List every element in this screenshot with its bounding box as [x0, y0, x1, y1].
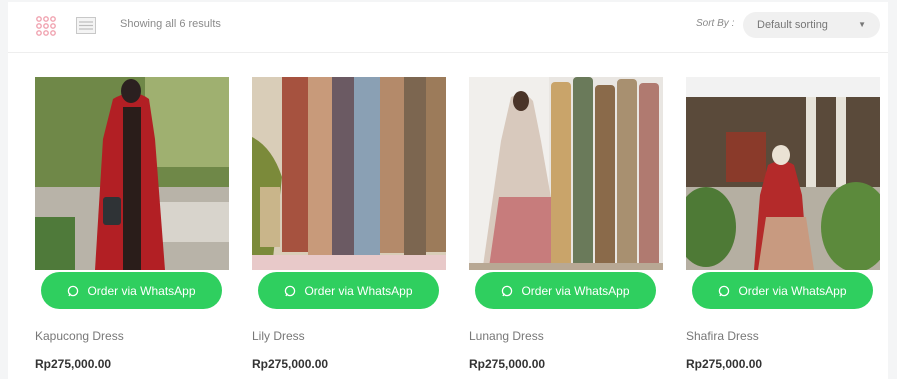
order-whatsapp-button[interactable]: Order via WhatsApp — [475, 272, 656, 309]
order-whatsapp-button[interactable]: Order via WhatsApp — [41, 272, 222, 309]
shop-page: Showing all 6 results Sort By : Default … — [0, 0, 897, 379]
chevron-down-icon: ▼ — [858, 20, 866, 29]
product-name[interactable]: Lunang Dress — [469, 329, 544, 343]
shop-content: Showing all 6 results Sort By : Default … — [8, 2, 888, 379]
whatsapp-icon — [501, 285, 513, 297]
sort-dropdown[interactable]: Default sorting ▼ — [743, 12, 880, 38]
whatsapp-icon — [67, 285, 79, 297]
product-image[interactable] — [686, 77, 880, 270]
order-button-label: Order via WhatsApp — [304, 283, 413, 298]
product-name[interactable]: Shafira Dress — [686, 329, 759, 343]
product-name[interactable]: Lily Dress — [252, 329, 305, 343]
list-view-icon[interactable] — [76, 17, 96, 34]
order-button-label: Order via WhatsApp — [521, 283, 630, 298]
whatsapp-icon — [718, 285, 730, 297]
result-count: Showing all 6 results — [120, 18, 221, 30]
order-whatsapp-button[interactable]: Order via WhatsApp — [258, 272, 439, 309]
product-price: Rp275,000.00 — [252, 357, 329, 371]
grid-view-icon[interactable] — [35, 15, 57, 37]
order-button-label: Order via WhatsApp — [738, 283, 847, 298]
order-whatsapp-button[interactable]: Order via WhatsApp — [692, 272, 873, 309]
product-image[interactable] — [469, 77, 663, 270]
whatsapp-icon — [284, 285, 296, 297]
order-button-label: Order via WhatsApp — [87, 283, 196, 298]
sort-label: Sort By : — [696, 18, 735, 29]
shop-toolbar: Showing all 6 results Sort By : Default … — [8, 2, 888, 53]
product-price: Rp275,000.00 — [686, 357, 763, 371]
product-image[interactable] — [35, 77, 229, 270]
product-price: Rp275,000.00 — [469, 357, 546, 371]
product-image[interactable] — [252, 77, 446, 270]
sort-selected-value: Default sorting — [757, 19, 828, 31]
product-name[interactable]: Kapucong Dress — [35, 329, 124, 343]
product-price: Rp275,000.00 — [35, 357, 112, 371]
